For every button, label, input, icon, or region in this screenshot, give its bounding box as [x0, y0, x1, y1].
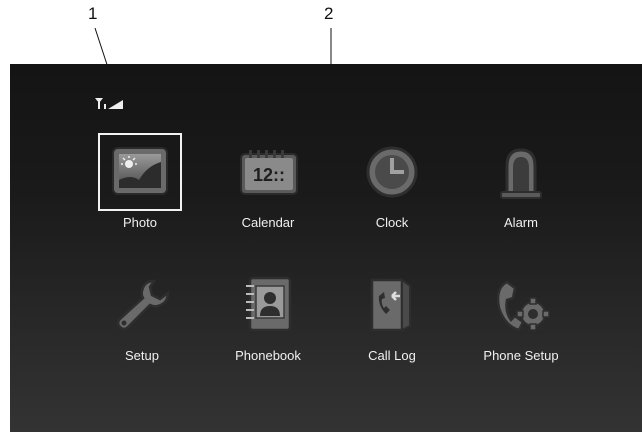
app-calendar[interactable]: 12:: Calendar — [208, 133, 328, 243]
app-label: Phonebook — [235, 348, 301, 363]
app-label: Call Log — [368, 348, 416, 363]
photo-icon — [112, 147, 168, 195]
app-label: Setup — [125, 348, 159, 363]
app-phone-setup[interactable]: Phone Setup — [461, 266, 581, 376]
phonebook-icon — [246, 276, 292, 332]
wrench-icon — [116, 279, 170, 331]
clock-icon — [366, 146, 418, 198]
app-label: Alarm — [504, 215, 538, 230]
app-clock[interactable]: Clock — [332, 133, 452, 243]
app-setup[interactable]: Setup — [82, 266, 202, 376]
app-alarm[interactable]: Alarm — [461, 133, 581, 243]
call-log-icon — [370, 278, 411, 332]
app-phonebook[interactable]: Phonebook — [208, 266, 328, 376]
app-call-log[interactable]: Call Log — [332, 266, 452, 376]
device-screen: Photo 12:: Calendar Clock Alarm Setup Ph… — [10, 64, 642, 432]
signal-antenna-icon — [95, 98, 123, 109]
app-label: Calendar — [241, 215, 295, 230]
calendar-icon: 12:: — [240, 150, 298, 195]
calendar-icon-text: 12:: — [253, 165, 285, 185]
app-label: Photo — [123, 215, 157, 230]
app-photo[interactable]: Photo — [80, 133, 200, 243]
app-label: Phone Setup — [483, 348, 559, 363]
phone-gear-icon — [496, 280, 550, 332]
selection-frame — [98, 133, 182, 211]
alarm-bell-icon — [500, 148, 542, 199]
app-label: Clock — [375, 215, 409, 230]
